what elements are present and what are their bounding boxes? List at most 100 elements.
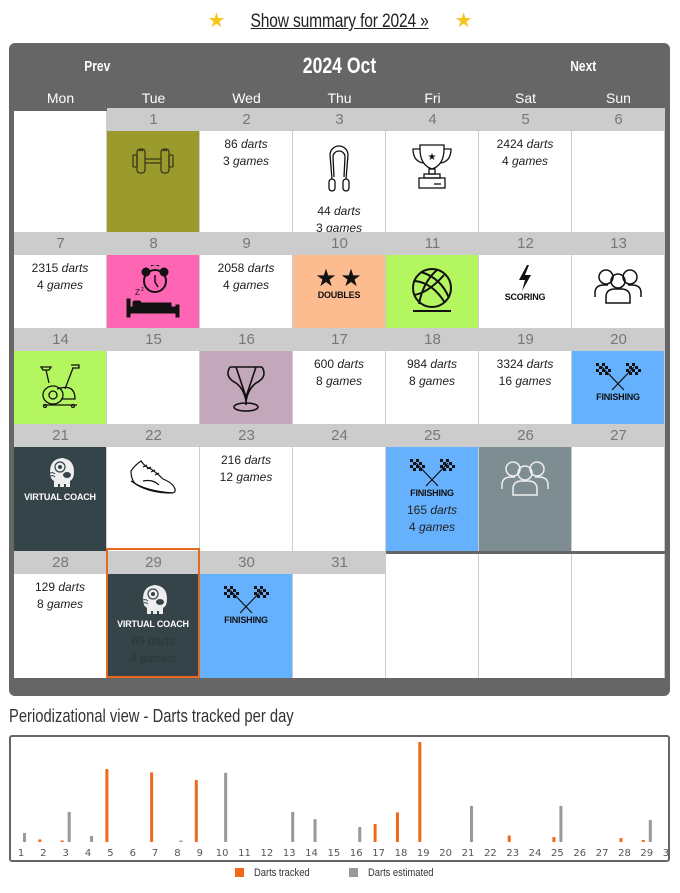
x-tick-label: 7 xyxy=(152,848,158,859)
x-tick-label: 1 xyxy=(18,848,24,859)
x-tick-label: 19 xyxy=(417,848,430,859)
bar-tracked-day-19 xyxy=(418,742,422,842)
day-stats: 69 darts 4 games xyxy=(107,629,199,667)
weekday-label: Fri xyxy=(424,90,441,106)
bar-tracked-day-5 xyxy=(105,769,109,842)
day-cell-27[interactable]: 27 xyxy=(572,424,665,551)
darts-count: 129 darts xyxy=(34,580,86,594)
day-stats: 3324 darts 16 games xyxy=(479,351,571,390)
day-cell-21[interactable]: 21 VIRTUAL COACH xyxy=(14,424,107,551)
weekday-label: Wed xyxy=(232,90,261,106)
day-cell-5[interactable]: 5 2424 darts 4 games xyxy=(479,108,572,232)
day-body: ★ ★ DOUBLES xyxy=(293,255,386,328)
day-number: 15 xyxy=(107,328,200,351)
jump-rope-icon xyxy=(293,131,385,197)
day-stats: 2315 darts 4 games xyxy=(14,255,106,294)
day-stats: 216 darts 12 games xyxy=(200,447,292,486)
day-cell-16[interactable]: 16 xyxy=(200,328,293,424)
show-summary-link[interactable]: Show summary for 2024 » xyxy=(251,7,429,37)
empty-day-cell xyxy=(572,554,665,678)
x-tick-label: 30 xyxy=(663,848,668,859)
bar-estimated-day-8 xyxy=(179,840,183,842)
activity-label: DOUBLES xyxy=(317,290,361,300)
x-tick-label: 8 xyxy=(174,848,180,859)
day-cell-13[interactable]: 13 xyxy=(572,232,665,328)
day-number: 6 xyxy=(572,108,665,131)
day-number: 24 xyxy=(293,424,386,447)
day-cell-15[interactable]: 15 xyxy=(107,328,200,424)
games-count: 8 games xyxy=(408,374,456,388)
games-count: 12 games xyxy=(219,470,273,484)
day-cell-2[interactable]: 2 86 darts 3 games xyxy=(200,108,293,232)
day-cell-4[interactable]: 4 ★ xyxy=(386,108,479,232)
sneaker-icon xyxy=(107,447,199,497)
day-cell-1[interactable]: 1 xyxy=(107,108,200,232)
trophy-icon: ★ xyxy=(386,131,478,191)
day-number: 31 xyxy=(293,551,386,574)
svg-text:★: ★ xyxy=(315,265,337,289)
day-cell-14[interactable]: 14 xyxy=(14,328,107,424)
x-tick-label: 26 xyxy=(573,848,586,859)
day-cell-12[interactable]: 12 SCORING xyxy=(479,232,572,328)
day-number: 30 xyxy=(200,551,293,574)
next-month-button[interactable]: Next xyxy=(570,58,596,75)
day-cell-8[interactable]: 8Zz xyxy=(107,232,200,328)
day-cell-3[interactable]: 3 44 darts 3 games xyxy=(293,108,386,235)
day-cell-11[interactable]: 11 xyxy=(386,232,479,328)
day-cell-30[interactable]: 30 FINISHING xyxy=(200,551,293,678)
day-body: 2315 darts 4 games xyxy=(14,255,107,328)
day-body: 216 darts 12 games xyxy=(200,447,293,551)
bar-estimated-day-29 xyxy=(648,820,652,842)
bar-estimated-day-10 xyxy=(224,772,228,842)
day-cell-22[interactable]: 22 xyxy=(107,424,200,551)
svg-text:★: ★ xyxy=(428,152,437,163)
darts-count: 3324 darts xyxy=(496,357,554,371)
games-count: 4 games xyxy=(501,154,549,168)
day-stats: 86 darts 3 games xyxy=(200,131,292,170)
day-body xyxy=(293,574,386,678)
day-cell-31[interactable]: 31 xyxy=(293,551,386,678)
day-body: 600 darts 8 games xyxy=(293,351,386,424)
games-count: 8 games xyxy=(36,597,84,611)
day-cell-18[interactable]: 18 984 darts 8 games xyxy=(386,328,479,424)
weekday-label: Tue xyxy=(141,90,166,106)
cup-icon xyxy=(200,351,292,415)
bar-tracked-day-2 xyxy=(38,839,42,842)
day-cell-9[interactable]: 9 2058 darts 4 games xyxy=(200,232,293,328)
day-body xyxy=(107,351,200,424)
empty-day-cell xyxy=(386,554,479,678)
day-cell-29[interactable]: 29 VIRTUAL COACH 69 darts 4 games xyxy=(107,551,200,678)
lightning-icon xyxy=(479,255,571,291)
day-cell-24[interactable]: 24 xyxy=(293,424,386,551)
day-cell-25[interactable]: 25 FINISHING 165 darts 4 games xyxy=(386,424,479,551)
day-cell-6[interactable]: 6 xyxy=(572,108,665,232)
games-count: 8 games xyxy=(315,374,363,388)
day-cell-23[interactable]: 23 216 darts 12 games xyxy=(200,424,293,551)
legend-swatch-estimated xyxy=(349,868,359,877)
day-stats: 984 darts 8 games xyxy=(386,351,478,390)
x-tick-label: 4 xyxy=(85,848,91,859)
bar-tracked-day-25 xyxy=(552,837,556,842)
skull-icon xyxy=(14,447,106,491)
day-cell-20[interactable]: 20 FINISHING xyxy=(572,328,665,424)
day-cell-26[interactable]: 26 xyxy=(479,424,572,551)
games-count: 3 games xyxy=(222,154,270,168)
day-cell-7[interactable]: 7 2315 darts 4 games xyxy=(14,232,107,328)
day-cell-28[interactable]: 28 129 darts 8 games xyxy=(14,551,107,678)
bar-estimated-day-4 xyxy=(90,835,94,842)
day-body: 984 darts 8 games xyxy=(386,351,479,424)
day-number: 10 xyxy=(293,232,386,255)
day-number: 14 xyxy=(14,328,107,351)
darts-count: 69 darts xyxy=(131,634,175,648)
day-cell-17[interactable]: 17 600 darts 8 games xyxy=(293,328,386,424)
calendar-header: Prev 2024 Oct Next xyxy=(9,43,670,91)
day-number: 19 xyxy=(479,328,572,351)
day-cell-10[interactable]: 10 ★ ★ DOUBLES xyxy=(293,232,386,328)
activity-label: FINISHING xyxy=(596,392,640,402)
day-cell-19[interactable]: 19 3324 darts 16 games xyxy=(479,328,572,424)
x-tick-label: 15 xyxy=(328,848,341,859)
bar-tracked-day-29 xyxy=(641,839,645,842)
darts-count: 2424 darts xyxy=(496,137,554,151)
day-body: SCORING xyxy=(479,255,572,328)
day-body: 2424 darts 4 games xyxy=(479,131,572,232)
